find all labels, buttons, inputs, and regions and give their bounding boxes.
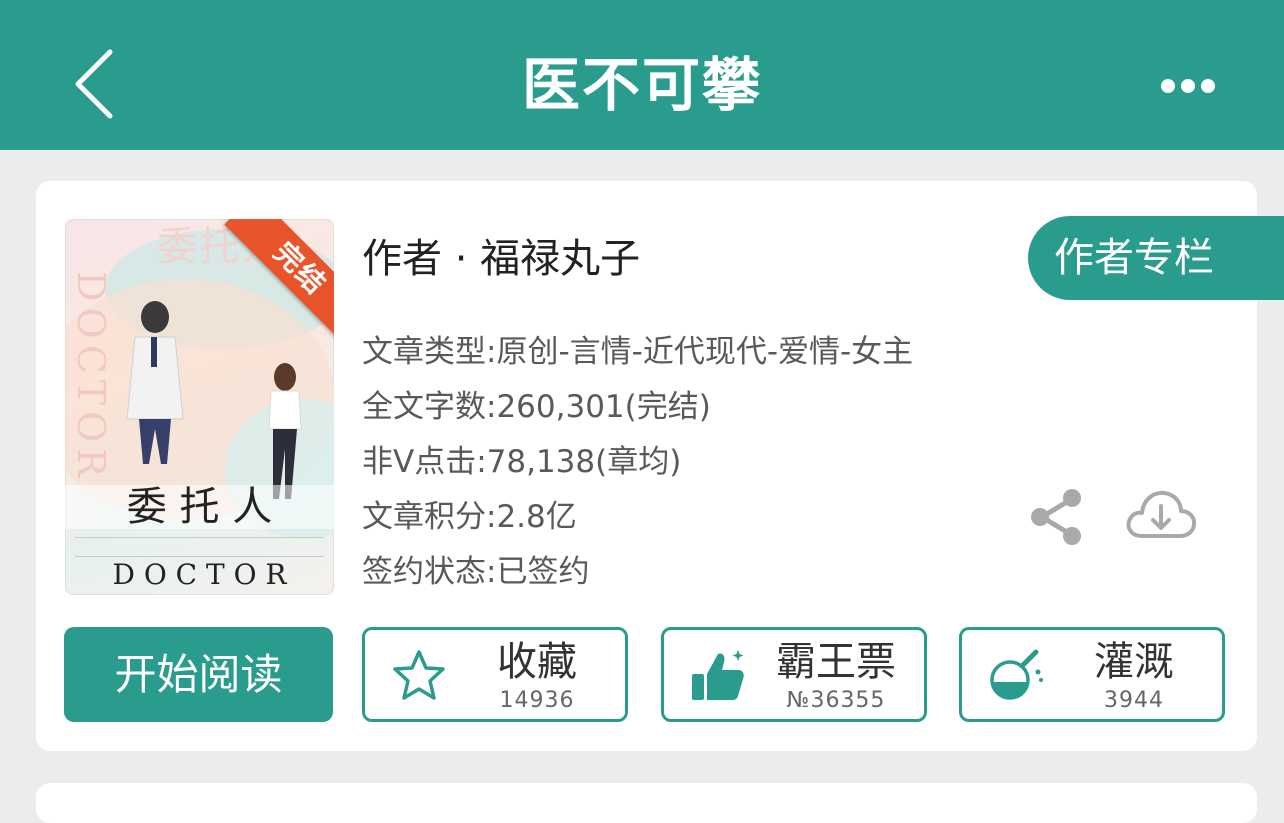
vote-button[interactable]: 霸王票 №36355: [661, 627, 927, 722]
start-reading-button[interactable]: 开始阅读: [64, 627, 333, 722]
cover-title-big: 委 托 人: [65, 485, 334, 529]
thumbs-up-icon: [692, 650, 744, 700]
cover-fine-print: [75, 537, 324, 557]
info-clicks: 非V点击:78,138(章均): [362, 444, 682, 480]
page-title: 医不可攀: [521, 51, 762, 119]
top-bar: 医不可攀: [0, 0, 1284, 150]
more-button[interactable]: [1150, 62, 1234, 110]
author-name[interactable]: 作者 · 福禄丸子: [362, 230, 640, 288]
cover-bottom-text: D O C T O R: [112, 558, 287, 591]
info-genre: 文章类型:原创-言情-近代现代-爱情-女主: [362, 334, 914, 370]
download-button[interactable]: [1124, 484, 1198, 546]
info-score: 文章积分:2.8亿: [362, 499, 577, 535]
favorite-count: 14936: [499, 688, 575, 713]
book-cover[interactable]: DOCTOR 委托人 委 托 人 D O C T O R 完结: [65, 219, 334, 595]
flask-icon: [990, 649, 1043, 700]
nutrient-button[interactable]: 灌溉 3944: [959, 627, 1225, 722]
cloud-download-icon: [1126, 490, 1197, 538]
share-icon: [1031, 489, 1081, 545]
star-icon: [393, 650, 445, 700]
favorite-label: 收藏: [497, 639, 577, 685]
author-column-button[interactable]: 作者专栏: [1028, 216, 1284, 300]
info-contract: 签约状态:已签约: [362, 554, 590, 590]
cover-side-text: DOCTOR: [69, 271, 113, 483]
favorite-button[interactable]: 收藏 14936: [362, 627, 628, 722]
more-dots-icon: [1161, 79, 1215, 93]
info-word-count: 全文字数:260,301(完结): [362, 389, 711, 425]
vote-count: №36355: [786, 688, 886, 713]
vote-label: 霸王票: [776, 639, 896, 685]
nutrient-count: 3944: [1104, 688, 1164, 713]
next-card: [36, 783, 1257, 823]
nutrient-label: 灌溉: [1094, 639, 1174, 685]
share-button[interactable]: [1028, 488, 1086, 546]
